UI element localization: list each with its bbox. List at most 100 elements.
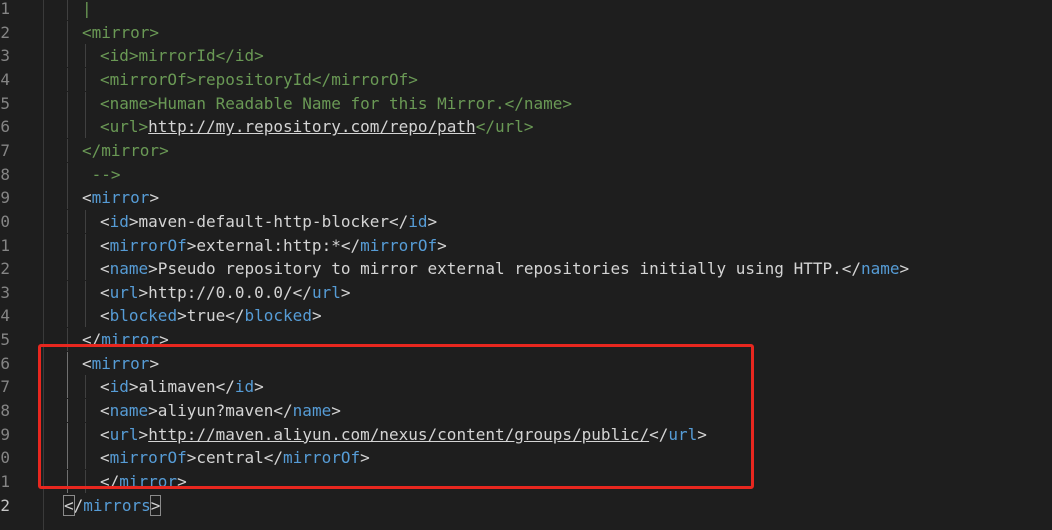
code-line[interactable]: 1 |: [0, 0, 1052, 20]
line-number: 8: [0, 401, 10, 421]
line-number: 4: [0, 306, 10, 326]
code-text[interactable]: <id>maven-default-http-blocker</id>: [64, 209, 437, 233]
code-token: <mirror>: [82, 22, 160, 42]
indent-guide: [64, 280, 82, 304]
xml-tag-name: name: [861, 259, 900, 279]
indent-guide: [64, 91, 82, 115]
xml-tag-name: mirror: [91, 188, 150, 208]
code-token: >Pseudo repository to mirror external re…: [148, 259, 861, 279]
code-line[interactable]: 5 <name>Human Readable Name for this Mirr…: [0, 91, 1052, 115]
indent-guide: [64, 20, 82, 44]
code-text[interactable]: <name>Human Readable Name for this Mirro…: [64, 91, 573, 115]
code-token: <: [100, 259, 110, 279]
line-number: 1: [0, 472, 10, 491]
code-text[interactable]: <url>http://my.repository.com/repo/path<…: [64, 115, 533, 139]
indent-guide: [64, 0, 82, 20]
line-number: 2: [0, 22, 10, 42]
indent-guide: [82, 67, 100, 91]
code-token: >: [437, 235, 447, 255]
indent-guide: [64, 257, 82, 281]
code-line[interactable]: 4 <mirrorOf>repositoryId</mirrorOf>: [0, 67, 1052, 91]
indent-guide: [82, 115, 100, 139]
indent-guide: [64, 304, 82, 328]
line-number: 2: [0, 259, 10, 279]
line-number: 9: [0, 188, 10, 208]
indent-guide: [82, 44, 100, 68]
code-line[interactable]: 1 <mirrorOf>external:http:*</mirrorOf>: [0, 233, 1052, 257]
code-token: <name>Human Readable Name for this Mirro…: [100, 93, 573, 113]
line-number: 1: [0, 235, 10, 255]
code-token: >external:http:*</: [186, 235, 361, 255]
code-text[interactable]: <mirror>: [64, 20, 160, 44]
line-number: 5: [0, 93, 10, 113]
code-line[interactable]: 6 <url>http://my.repository.com/repo/path…: [0, 115, 1052, 139]
code-line[interactable]: 2 </mirrors>: [0, 494, 1052, 517]
xml-tag-name: mirrors: [83, 495, 151, 515]
line-number: 1: [0, 0, 10, 18]
code-line[interactable]: 9 <mirror>: [0, 186, 1052, 210]
code-token: >: [149, 188, 160, 208]
indent-guide: [82, 280, 100, 304]
code-token: |: [82, 0, 92, 18]
line-number: 6: [0, 353, 10, 373]
xml-tag-name: url: [311, 282, 341, 302]
line-number: 7: [0, 140, 10, 160]
code-token: >: [899, 259, 910, 279]
code-token: >http://0.0.0.0/</: [138, 282, 312, 302]
code-text[interactable]: <mirrorOf>external:http:*</mirrorOf>: [64, 233, 447, 257]
code-token: <: [100, 235, 110, 255]
indent-guide: [64, 67, 82, 91]
code-line[interactable]: 3 <url>http://0.0.0.0/</url>: [0, 280, 1052, 304]
indent-guide: [64, 209, 82, 233]
indent-guide: [82, 304, 100, 328]
xml-tag-name: id: [408, 211, 428, 231]
line-number: 8: [0, 164, 10, 184]
code-token: >: [340, 282, 351, 302]
code-line[interactable]: 8 -->: [0, 162, 1052, 186]
indent-guide: [64, 115, 82, 139]
code-token: </mirror>: [82, 140, 169, 160]
code-line[interactable]: 2 <mirror>: [0, 20, 1052, 44]
indent-guide: [82, 233, 100, 257]
line-number: 4: [0, 69, 10, 89]
code-text[interactable]: <url>http://0.0.0.0/</url>: [64, 280, 351, 304]
code-text[interactable]: </mirrors>: [63, 494, 162, 517]
indent-guide: [64, 162, 82, 186]
highlight-annotation-box: [38, 344, 754, 489]
code-line[interactable]: 4 <blocked>true</blocked>: [0, 304, 1052, 328]
indent-guide: [82, 257, 100, 281]
code-line[interactable]: [0, 517, 1052, 530]
code-token: >true</: [177, 306, 245, 326]
xml-tag-name: blocked: [109, 306, 178, 326]
code-token: <url>: [100, 117, 149, 137]
code-token: -->: [82, 164, 121, 184]
code-text[interactable]: <blocked>true</blocked>: [64, 304, 322, 328]
code-line[interactable]: 2 < name>Pseudo repository to mirror exter…: [0, 257, 1052, 281]
line-number: 3: [0, 46, 10, 66]
indent-guide: [64, 233, 82, 257]
line-number: 2: [0, 495, 10, 515]
code-token: >maven-default-http-blocker</: [128, 211, 409, 231]
xml-tag-name: id: [109, 211, 129, 231]
code-line[interactable]: 3 <id>mirrorId</id>: [0, 44, 1052, 68]
code-token: <: [100, 282, 110, 302]
code-text[interactable]: <mirrorOf>repositoryId</mirrorOf>: [64, 67, 418, 91]
code-editor[interactable]: 1 | 2 <mirror> 3 <id>mirrorId</id> 4 <mirrorOf>…: [0, 0, 1052, 530]
code-text[interactable]: <mirror>: [64, 186, 160, 210]
code-token: <mirrorOf>repositoryId</mirrorOf>: [100, 69, 418, 89]
line-number: 7: [0, 377, 10, 397]
line-number: 5: [0, 330, 10, 350]
line-number: 0: [0, 448, 10, 468]
code-line[interactable]: 0 <id>maven-default-http-blocker</id>: [0, 209, 1052, 233]
code-line[interactable]: 7 </mirror>: [0, 138, 1052, 162]
line-number: 6: [0, 117, 10, 137]
code-text[interactable]: < name>Pseudo repository to mirror extern…: [64, 257, 910, 281]
code-token: >: [149, 494, 162, 516]
url-link[interactable]: http://my.repository.com/repo/path: [148, 117, 476, 136]
code-text[interactable]: |: [64, 0, 92, 20]
code-text[interactable]: </mirror>: [64, 138, 169, 162]
code-text[interactable]: <id>mirrorId</id>: [64, 44, 264, 68]
code-text[interactable]: -->: [64, 162, 121, 186]
line-number: 9: [0, 424, 10, 444]
code-token: <: [63, 494, 75, 516]
